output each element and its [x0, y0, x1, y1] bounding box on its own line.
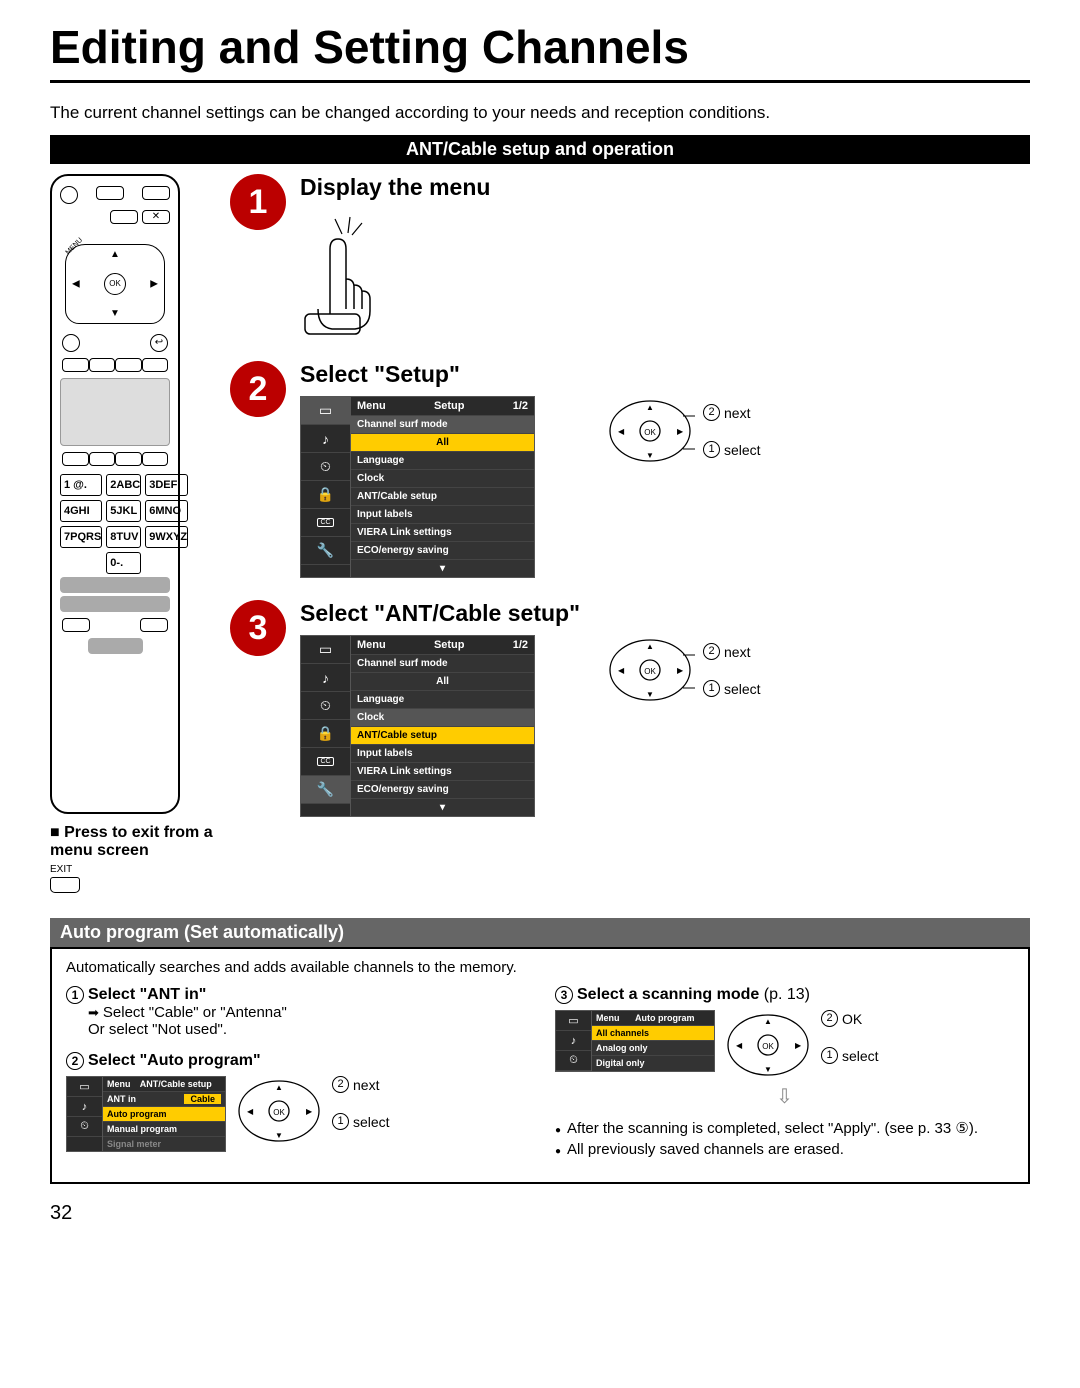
setup-icon: 🔧 [301, 537, 350, 565]
svg-text:OK: OK [644, 428, 656, 437]
audio-icon: ♪ [301, 425, 350, 453]
step-1-badge: 1 [230, 174, 286, 230]
ok-button: OK [104, 273, 126, 295]
svg-text:▼: ▼ [764, 1065, 772, 1074]
substep-3-title: Select a scanning mode [577, 986, 759, 1003]
press-exit-note: ■ Press to exit from a menu screen EXIT [50, 824, 220, 898]
svg-text:OK: OK [644, 667, 656, 676]
menu-label: MENU [65, 237, 85, 257]
substep-2-title: Select "Auto program" [88, 1052, 261, 1069]
svg-text:▼: ▼ [275, 1131, 283, 1140]
step-1-title: Display the menu [300, 174, 1030, 201]
picture-icon: ▭ [301, 397, 350, 425]
svg-text:▲: ▲ [764, 1017, 772, 1026]
svg-text:◀: ◀ [736, 1041, 743, 1050]
step-3-badge: 3 [230, 600, 286, 656]
substep-1-title: Select "ANT in" [88, 986, 206, 1003]
timer-icon: ⏲ [67, 1117, 102, 1137]
audio-icon: ♪ [301, 664, 350, 692]
auto-program-box: Automatically searches and adds availabl… [50, 947, 1030, 1184]
auto-program-bar: Auto program (Set automatically) [50, 918, 1030, 947]
step-2-badge: 2 [230, 361, 286, 417]
svg-text:◀: ◀ [618, 666, 625, 675]
lock-icon: 🔒 [301, 720, 350, 748]
section-bar: ANT/Cable setup and operation [50, 135, 1030, 164]
svg-text:◀: ◀ [618, 427, 625, 436]
down-arrow-icon: ⇩ [555, 1084, 1014, 1109]
svg-text:▼: ▼ [646, 451, 654, 460]
dpad-next: next [724, 405, 750, 421]
hand-press-icon [300, 209, 390, 339]
ant-cable-menu: ▭ ♪ ⏲ MenuANT/Cable setup ANT inCable Au… [66, 1076, 226, 1152]
svg-text:▶: ▶ [677, 666, 684, 675]
audio-icon: ♪ [556, 1031, 591, 1051]
svg-text:OK: OK [762, 1042, 774, 1051]
svg-text:▲: ▲ [275, 1083, 283, 1092]
setup-icon: 🔧 [301, 776, 350, 804]
svg-text:▲: ▲ [646, 403, 654, 412]
dpad-icon: OK ▲ ▼ ◀ ▶ [605, 396, 695, 466]
remote-keypad: 1 @.2ABC3DEF 4GHI5JKL6MNO 7PQRS8TUV9WXYZ… [60, 474, 170, 574]
cc-icon: CC [301, 748, 350, 776]
setup-menu-panel-2: ▭ ♪ ⏲ 🔒 CC 🔧 MenuSetup1/2 Channel surf m… [300, 635, 535, 817]
svg-text:▼: ▼ [646, 690, 654, 699]
svg-text:▶: ▶ [795, 1041, 802, 1050]
remote-illustration: ✕ MENU ▲▼◀▶ OK ↩ 1 @.2ABC3DEF 4GHI5JKL6M… [50, 174, 180, 814]
svg-text:▶: ▶ [306, 1107, 313, 1116]
setup-menu-panel-1: ▭ ♪ ⏲ 🔒 CC 🔧 MenuSetup1/2 Channel surf m… [300, 396, 535, 578]
dpad-icon: OK ▲ ▼ ◀ ▶ [723, 1010, 813, 1080]
timer-icon: ⏲ [556, 1051, 591, 1071]
timer-icon: ⏲ [301, 453, 350, 481]
svg-text:▶: ▶ [677, 427, 684, 436]
dpad-icon: OK ▲ ▼ ◀ ▶ [234, 1076, 324, 1146]
picture-icon: ▭ [67, 1077, 102, 1097]
note-2: All previously saved channels are erased… [555, 1141, 1014, 1158]
timer-icon: ⏲ [301, 692, 350, 720]
svg-text:▲: ▲ [646, 642, 654, 651]
remote-dpad: MENU ▲▼◀▶ OK [65, 244, 165, 324]
step-3-title: Select "ANT/Cable setup" [300, 600, 1030, 627]
audio-icon: ♪ [67, 1097, 102, 1117]
intro-text: The current channel settings can be chan… [50, 103, 1030, 123]
dpad-select: select [724, 442, 761, 458]
cc-icon: CC [301, 509, 350, 537]
page-number: 32 [50, 1202, 1030, 1225]
auto-program-menu: ▭ ♪ ⏲ MenuAuto program All channels Anal… [555, 1010, 715, 1072]
page-title: Editing and Setting Channels [50, 20, 1030, 83]
svg-text:OK: OK [273, 1108, 285, 1117]
dpad-icon: OK ▲ ▼ ◀ ▶ [605, 635, 695, 705]
step-2-title: Select "Setup" [300, 361, 1030, 388]
svg-text:◀: ◀ [247, 1107, 254, 1116]
picture-icon: ▭ [556, 1011, 591, 1031]
note-1: After the scanning is completed, select … [555, 1119, 1014, 1137]
picture-icon: ▭ [301, 636, 350, 664]
auto-program-desc: Automatically searches and adds availabl… [66, 959, 1014, 976]
lock-icon: 🔒 [301, 481, 350, 509]
